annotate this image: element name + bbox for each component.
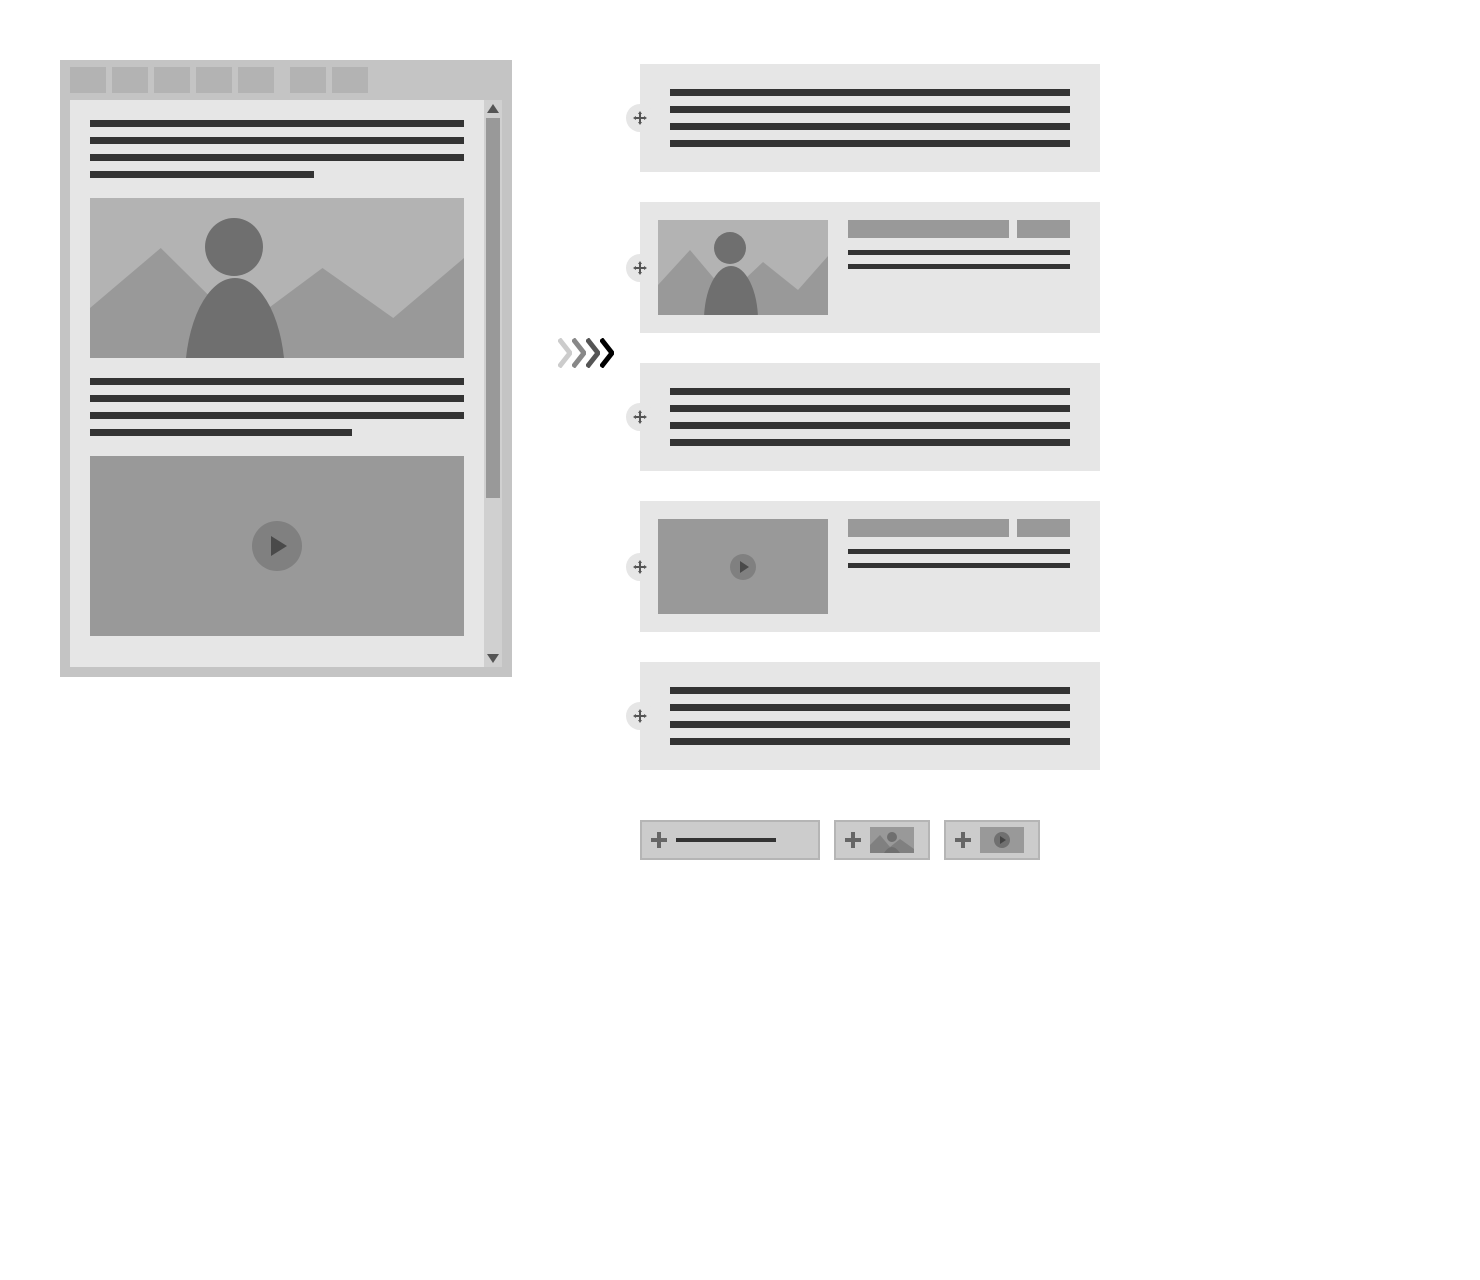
drag-handle[interactable] [626,254,654,282]
play-icon [252,521,302,571]
paragraph-placeholder [670,388,1070,446]
text-line [670,687,1070,694]
video-thumb-icon [980,827,1024,853]
block-toolbar [848,519,1070,537]
scrollbar[interactable] [484,100,502,667]
caption-placeholder [848,250,1070,269]
text-block[interactable] [640,363,1100,471]
drag-handle[interactable] [626,104,654,132]
add-image-block-button[interactable] [834,820,930,860]
text-line [670,89,1070,96]
paragraph-placeholder [90,120,464,178]
video-block[interactable] [640,501,1100,632]
text-line [670,405,1070,412]
move-icon [633,560,647,574]
video-placeholder [90,456,464,636]
drag-handle[interactable] [626,553,654,581]
toolbar-button[interactable] [848,220,1009,238]
toolbar-button[interactable] [848,519,1009,537]
browser-tab[interactable] [290,67,326,93]
browser-tab[interactable] [196,67,232,93]
text-line-icon [676,838,776,842]
play-icon [730,554,756,580]
text-line [670,422,1070,429]
text-line [670,738,1070,745]
plus-icon [844,831,862,849]
text-line [670,123,1070,130]
text-line [90,154,464,161]
text-line [670,106,1070,113]
text-line [90,395,464,402]
browser-chrome [60,60,512,100]
text-line [670,388,1070,395]
toolbar-button[interactable] [1017,519,1071,537]
paragraph-placeholder [90,378,464,436]
text-line [90,429,352,436]
add-video-block-button[interactable] [944,820,1040,860]
move-icon [633,410,647,424]
text-line [90,378,464,385]
text-block[interactable] [640,64,1100,172]
person-head-icon [714,232,746,264]
browser-tab[interactable] [112,67,148,93]
move-icon [633,261,647,275]
text-line [90,120,464,127]
text-line [670,439,1070,446]
text-line [670,140,1070,147]
text-line [90,412,464,419]
text-line [670,704,1070,711]
video-thumb [658,519,828,614]
text-block[interactable] [640,662,1100,770]
plus-icon [954,831,972,849]
browser-viewport [70,100,484,667]
scroll-up-icon[interactable] [487,104,499,113]
scroll-down-icon[interactable] [487,654,499,663]
rendered-page-browser [60,60,512,677]
plus-icon [650,831,668,849]
block-toolbar [848,220,1070,238]
image-block[interactable] [640,202,1100,333]
text-line [90,137,464,144]
text-line [848,264,1070,269]
drag-handle[interactable] [626,403,654,431]
move-icon [633,111,647,125]
blocks-column [640,64,1100,770]
move-icon [633,709,647,723]
paragraph-placeholder [670,89,1070,147]
text-line [90,171,314,178]
text-line [848,549,1070,554]
scrollbar-thumb[interactable] [486,118,500,498]
browser-tab[interactable] [70,67,106,93]
transform-arrow-icon [558,338,614,368]
browser-tab[interactable] [332,67,368,93]
text-line [670,721,1070,728]
image-placeholder [90,198,464,358]
person-head-icon [205,218,263,276]
text-line [848,250,1070,255]
image-thumb [658,220,828,315]
image-thumb-icon [870,827,914,853]
browser-tab[interactable] [154,67,190,93]
toolbar-button[interactable] [1017,220,1071,238]
caption-placeholder [848,549,1070,568]
paragraph-placeholder [670,687,1070,745]
text-line [848,563,1070,568]
drag-handle[interactable] [626,702,654,730]
browser-tab[interactable] [238,67,274,93]
add-block-row [640,820,1040,860]
add-text-block-button[interactable] [640,820,820,860]
